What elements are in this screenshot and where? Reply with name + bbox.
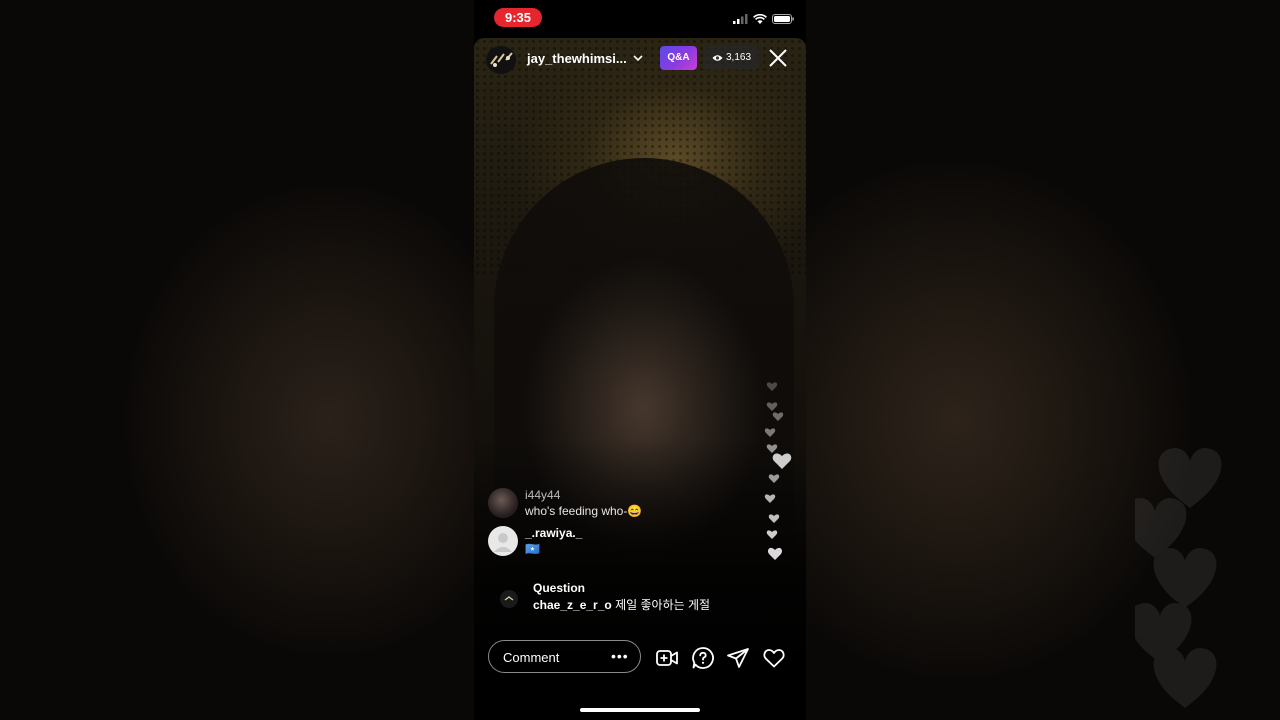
floating-hearts: [764, 382, 792, 560]
heart-icon[interactable]: [762, 646, 786, 670]
chevron-down-icon[interactable]: [632, 52, 644, 64]
phone-screen: 9:35 jay_thewhimsi... Q&A 3,163 i44y44 w…: [474, 0, 806, 720]
blurred-background-left: [0, 0, 474, 720]
comment-input[interactable]: Comment •••: [488, 640, 641, 673]
commenter-avatar[interactable]: [488, 488, 518, 518]
qa-badge[interactable]: Q&A: [660, 46, 697, 70]
close-icon[interactable]: [767, 47, 789, 69]
more-options-icon[interactable]: •••: [611, 649, 629, 663]
viewer-count: 3,163: [726, 52, 752, 63]
question-avatar: [500, 590, 518, 608]
background-hearts: [1135, 448, 1222, 708]
question-icon[interactable]: [691, 646, 715, 670]
battery-icon: [772, 14, 794, 24]
add-video-icon[interactable]: [655, 646, 679, 670]
video-bottom-fade: [474, 438, 806, 720]
live-video: [474, 38, 806, 720]
viewer-count-badge[interactable]: 3,163: [704, 46, 760, 70]
signal-icon: [733, 14, 748, 24]
comment-username[interactable]: i44y44: [525, 488, 560, 502]
question-text: 제일 좋아하는 게절: [615, 598, 711, 612]
status-icons: [733, 12, 794, 26]
question-title: Question: [533, 581, 586, 595]
home-indicator[interactable]: [580, 708, 700, 712]
comment-placeholder: Comment: [503, 650, 560, 665]
status-time: 9:35: [494, 8, 542, 27]
wifi-icon: [753, 14, 767, 24]
question-line: chae_z_e_r_o 제일 좋아하는 게절: [533, 596, 710, 613]
question-card[interactable]: Question chae_z_e_r_o 제일 좋아하는 게절: [496, 580, 786, 616]
comment-username[interactable]: _.rawiya._: [525, 526, 582, 540]
send-icon[interactable]: [726, 646, 750, 670]
question-username[interactable]: chae_z_e_r_o: [533, 598, 612, 612]
comment-text: 🇸🇴: [525, 542, 540, 556]
comment-text: who's feeding who-😄: [525, 504, 643, 518]
status-bar: 9:35: [474, 0, 806, 36]
host-username[interactable]: jay_thewhimsi...: [527, 51, 627, 66]
host-avatar[interactable]: [486, 46, 516, 74]
live-header: jay_thewhimsi... Q&A 3,163: [486, 44, 798, 74]
commenter-avatar[interactable]: [488, 526, 518, 556]
eye-icon: [712, 55, 723, 61]
